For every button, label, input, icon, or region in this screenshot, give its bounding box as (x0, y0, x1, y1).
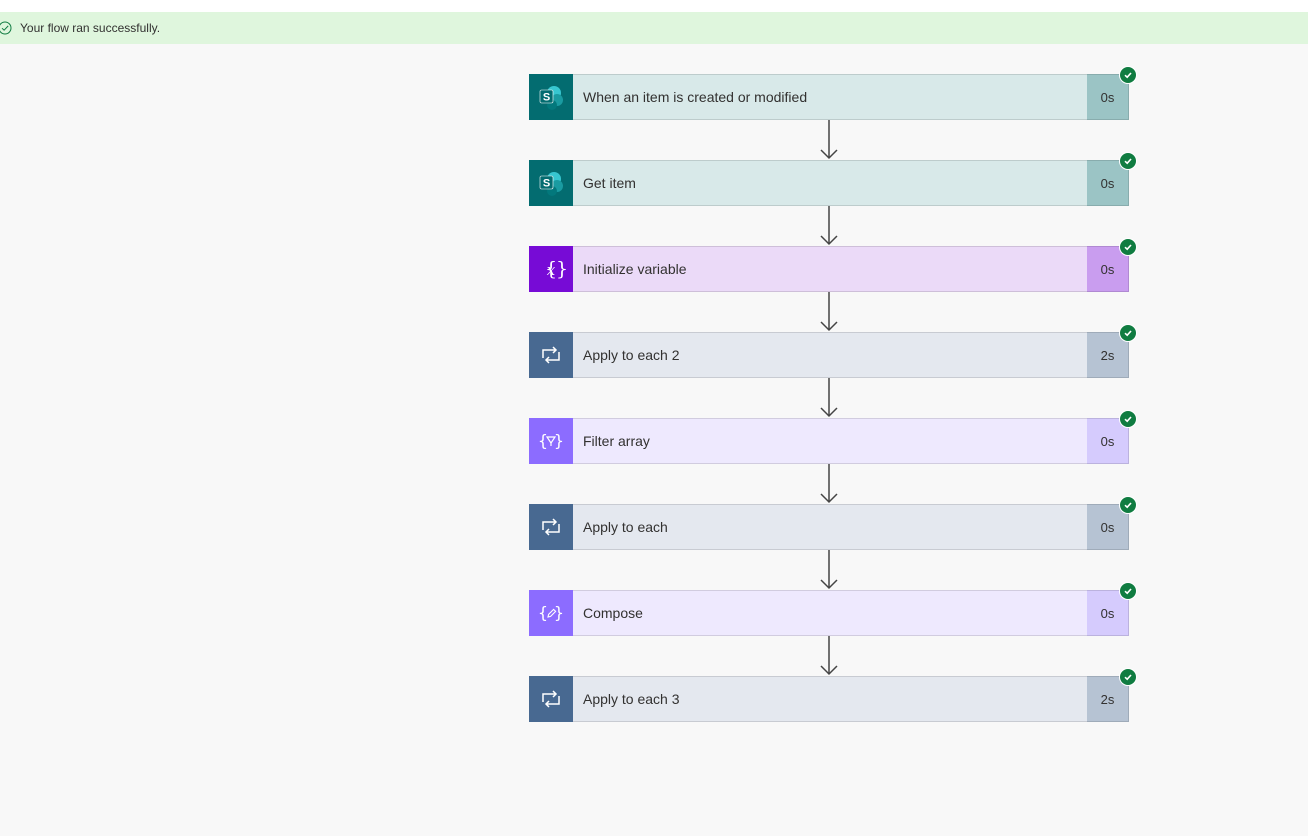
step-title: Apply to each (573, 504, 1087, 550)
step-title: Initialize variable (573, 246, 1087, 292)
status-banner: Your flow ran successfully. (0, 12, 1308, 44)
connector-arrow (529, 464, 1129, 504)
step-card[interactable]: { } Compose 0s (529, 583, 1136, 636)
success-circle-icon (0, 20, 14, 36)
sharepoint-icon: S (529, 160, 573, 206)
success-check-icon (1120, 239, 1136, 255)
svg-text:S: S (543, 178, 550, 190)
step-title: Compose (573, 590, 1087, 636)
connector-arrow (529, 550, 1129, 590)
loop-icon (529, 332, 573, 378)
status-banner-text: Your flow ran successfully. (20, 21, 161, 35)
svg-text:}: } (554, 603, 564, 622)
loop-icon (529, 504, 573, 550)
success-check-icon (1120, 153, 1136, 169)
svg-text:𝑥: 𝑥 (547, 261, 556, 279)
step-card[interactable]: S Get item 0s (529, 153, 1136, 206)
success-check-icon (1120, 583, 1136, 599)
filter-array-icon: { } (529, 418, 573, 464)
success-check-icon (1120, 497, 1136, 513)
step-title: Apply to each 3 (573, 676, 1087, 722)
connector-arrow (529, 120, 1129, 160)
variable-icon: { 𝑥 } (529, 246, 573, 292)
connector-arrow (529, 206, 1129, 246)
step-card[interactable]: Apply to each 0s (529, 497, 1136, 550)
flow-canvas: S When an item is created or modified 0s… (529, 67, 1136, 722)
top-strip (0, 0, 1308, 12)
success-check-icon (1120, 67, 1136, 83)
svg-text:S: S (543, 92, 550, 104)
step-card[interactable]: Apply to each 3 2s (529, 669, 1136, 722)
success-check-icon (1120, 669, 1136, 685)
connector-arrow (529, 292, 1129, 332)
step-card[interactable]: { 𝑥 } Initialize variable 0s (529, 239, 1136, 292)
step-title: When an item is created or modified (573, 74, 1087, 120)
svg-text:{: { (538, 603, 548, 622)
sharepoint-icon: S (529, 74, 573, 120)
step-title: Apply to each 2 (573, 332, 1087, 378)
svg-text:}: } (556, 258, 568, 280)
step-card[interactable]: { } Filter array 0s (529, 411, 1136, 464)
svg-text:}: } (554, 431, 564, 450)
step-card[interactable]: Apply to each 2 2s (529, 325, 1136, 378)
connector-arrow (529, 636, 1129, 676)
connector-arrow (529, 378, 1129, 418)
compose-icon: { } (529, 590, 573, 636)
success-check-icon (1120, 411, 1136, 427)
loop-icon (529, 676, 573, 722)
step-card[interactable]: S When an item is created or modified 0s (529, 67, 1136, 120)
step-title: Get item (573, 160, 1087, 206)
success-check-icon (1120, 325, 1136, 341)
svg-text:{: { (538, 431, 548, 450)
step-title: Filter array (573, 418, 1087, 464)
